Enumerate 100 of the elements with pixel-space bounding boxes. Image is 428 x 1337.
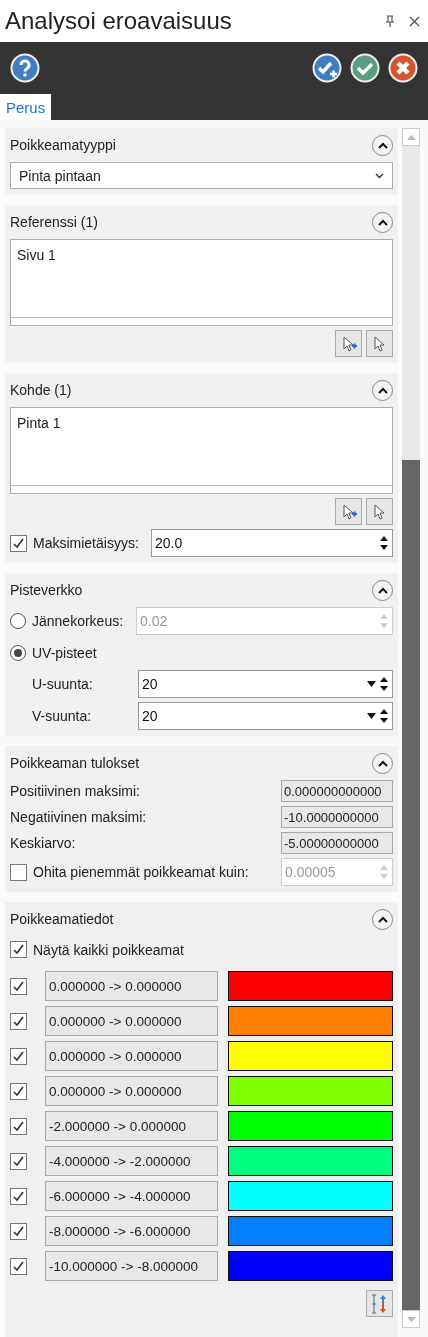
collapse-button[interactable] — [372, 752, 393, 774]
select-button[interactable] — [366, 330, 393, 357]
scrollbar-thumb[interactable] — [402, 460, 420, 1310]
collapse-button[interactable] — [372, 134, 393, 156]
check-icon — [12, 1049, 25, 1063]
range-value: 0.000000 -> 0.000000 — [45, 1076, 218, 1106]
option-label: UV-pisteet — [32, 644, 97, 661]
up-arrow-icon — [406, 134, 416, 140]
chevron-up-icon — [377, 141, 388, 149]
section-title: Pisteverkko — [10, 582, 83, 598]
selection-list[interactable]: Pinta 1 — [10, 407, 393, 494]
collapse-button[interactable] — [372, 908, 393, 930]
color-swatch[interactable] — [228, 1041, 393, 1071]
close-icon[interactable] — [409, 15, 420, 27]
result-value: -5.00000000000 — [281, 832, 393, 854]
check-icon — [12, 1189, 25, 1203]
chevron-up-icon — [377, 218, 388, 226]
section-title: Poikkeamatiedot — [10, 911, 114, 927]
chevron-up-icon — [377, 915, 388, 923]
range-value: -4.000000 -> -2.000000 — [45, 1146, 218, 1176]
color-swatch[interactable] — [228, 1076, 393, 1106]
check-icon — [12, 1224, 25, 1238]
pin-icon[interactable] — [385, 15, 395, 27]
checkbox[interactable] — [10, 1152, 27, 1170]
tab[interactable]: Perus — [0, 94, 52, 120]
collapse-button[interactable] — [372, 579, 393, 601]
section-title: Referenssi (1) — [10, 214, 98, 230]
radio-button[interactable] — [10, 644, 26, 661]
range-value: 0.000000 -> 0.000000 — [45, 1041, 218, 1071]
distance-field[interactable]: 20.0 — [151, 529, 393, 557]
range-value: -6.000000 -> -4.000000 — [45, 1181, 218, 1211]
down-arrow-icon — [406, 1316, 416, 1322]
checkbox[interactable] — [10, 1222, 27, 1240]
range-value: -8.000000 -> -6.000000 — [45, 1216, 218, 1246]
color-swatch[interactable] — [228, 1216, 393, 1246]
help-button[interactable] — [10, 53, 40, 83]
range-value: 0.000000 -> 0.000000 — [45, 1006, 218, 1036]
ok-button[interactable] — [350, 53, 380, 83]
select-button[interactable] — [366, 498, 393, 525]
color-swatch[interactable] — [228, 971, 393, 1001]
check-icon — [12, 1014, 25, 1028]
checkbox[interactable] — [10, 1117, 27, 1135]
color-swatch[interactable] — [228, 1181, 393, 1211]
checkbox[interactable] — [10, 1012, 27, 1030]
field-label: U-suunta: — [32, 676, 94, 692]
result-value: -10.0000000000 — [281, 806, 393, 828]
checkbox[interactable] — [10, 534, 27, 552]
check-icon — [12, 1154, 25, 1168]
color-swatch[interactable] — [228, 1251, 393, 1281]
collapse-button[interactable] — [372, 379, 393, 401]
section-title: Kohde (1) — [10, 382, 72, 398]
checkbox[interactable] — [10, 977, 27, 995]
check-icon — [12, 943, 25, 956]
checkbox[interactable] — [10, 1047, 27, 1065]
option-label: Jännekorkeus: — [32, 613, 124, 629]
window-title: Analysoi eroavaisuus — [5, 7, 233, 35]
type-dropdown[interactable]: Pinta pintaan — [10, 162, 393, 189]
checkbox[interactable] — [10, 863, 27, 881]
checkbox[interactable] — [10, 1187, 27, 1205]
result-label: Negatiivinen maksimi: — [10, 809, 147, 825]
add-selection-button[interactable] — [335, 498, 362, 525]
field-label: Maksimietäisyys: — [33, 535, 139, 551]
result-value: 0.000000000000 — [281, 780, 393, 802]
check-icon — [12, 1084, 25, 1098]
checkbox[interactable] — [10, 1257, 27, 1275]
range-value: -10.000000 -> -8.000000 — [45, 1251, 218, 1281]
count-field[interactable]: 20 — [138, 702, 393, 730]
caret-icon[interactable] — [367, 713, 376, 719]
result-label: Positiivinen maksimi: — [10, 783, 140, 799]
collapse-button[interactable] — [372, 211, 393, 233]
chevron-down-icon — [375, 172, 384, 179]
checkbox[interactable] — [10, 1082, 27, 1100]
field-label: Ohita pienemmät poikkeamat kuin: — [33, 864, 249, 880]
check-icon — [12, 536, 25, 550]
section-title: Poikkeaman tulokset — [10, 755, 140, 771]
color-swatch[interactable] — [228, 1146, 393, 1176]
count-field[interactable]: 20 — [138, 670, 393, 698]
add-selection-button[interactable] — [335, 330, 362, 357]
check-icon — [12, 1119, 25, 1133]
list-item[interactable]: Pinta 1 — [17, 415, 61, 431]
chevron-up-icon — [377, 386, 388, 394]
selection-list[interactable]: Sivu 1 — [10, 239, 393, 326]
apply-add-button[interactable] — [312, 53, 342, 83]
result-label: Keskiarvo: — [10, 835, 76, 851]
caret-icon[interactable] — [367, 681, 376, 687]
color-swatch[interactable] — [228, 1006, 393, 1036]
list-item[interactable]: Sivu 1 — [17, 247, 56, 263]
field-label: V-suunta: — [32, 708, 93, 724]
range-value: -2.000000 -> 0.000000 — [45, 1111, 218, 1141]
checkbox[interactable] — [10, 941, 27, 958]
range-value: 0.000000 -> 0.000000 — [45, 971, 218, 1001]
color-swatch[interactable] — [228, 1111, 393, 1141]
section-title: Poikkeamatyyppi — [10, 137, 116, 153]
cancel-button[interactable] — [388, 53, 418, 83]
chevron-up-icon — [377, 586, 388, 594]
checkbox-label: Näytä kaikki poikkeamat — [33, 941, 184, 958]
reverse-colors-button[interactable] — [366, 1290, 393, 1317]
radio-button[interactable] — [10, 613, 26, 629]
check-icon — [12, 979, 25, 993]
check-icon — [12, 1259, 25, 1273]
